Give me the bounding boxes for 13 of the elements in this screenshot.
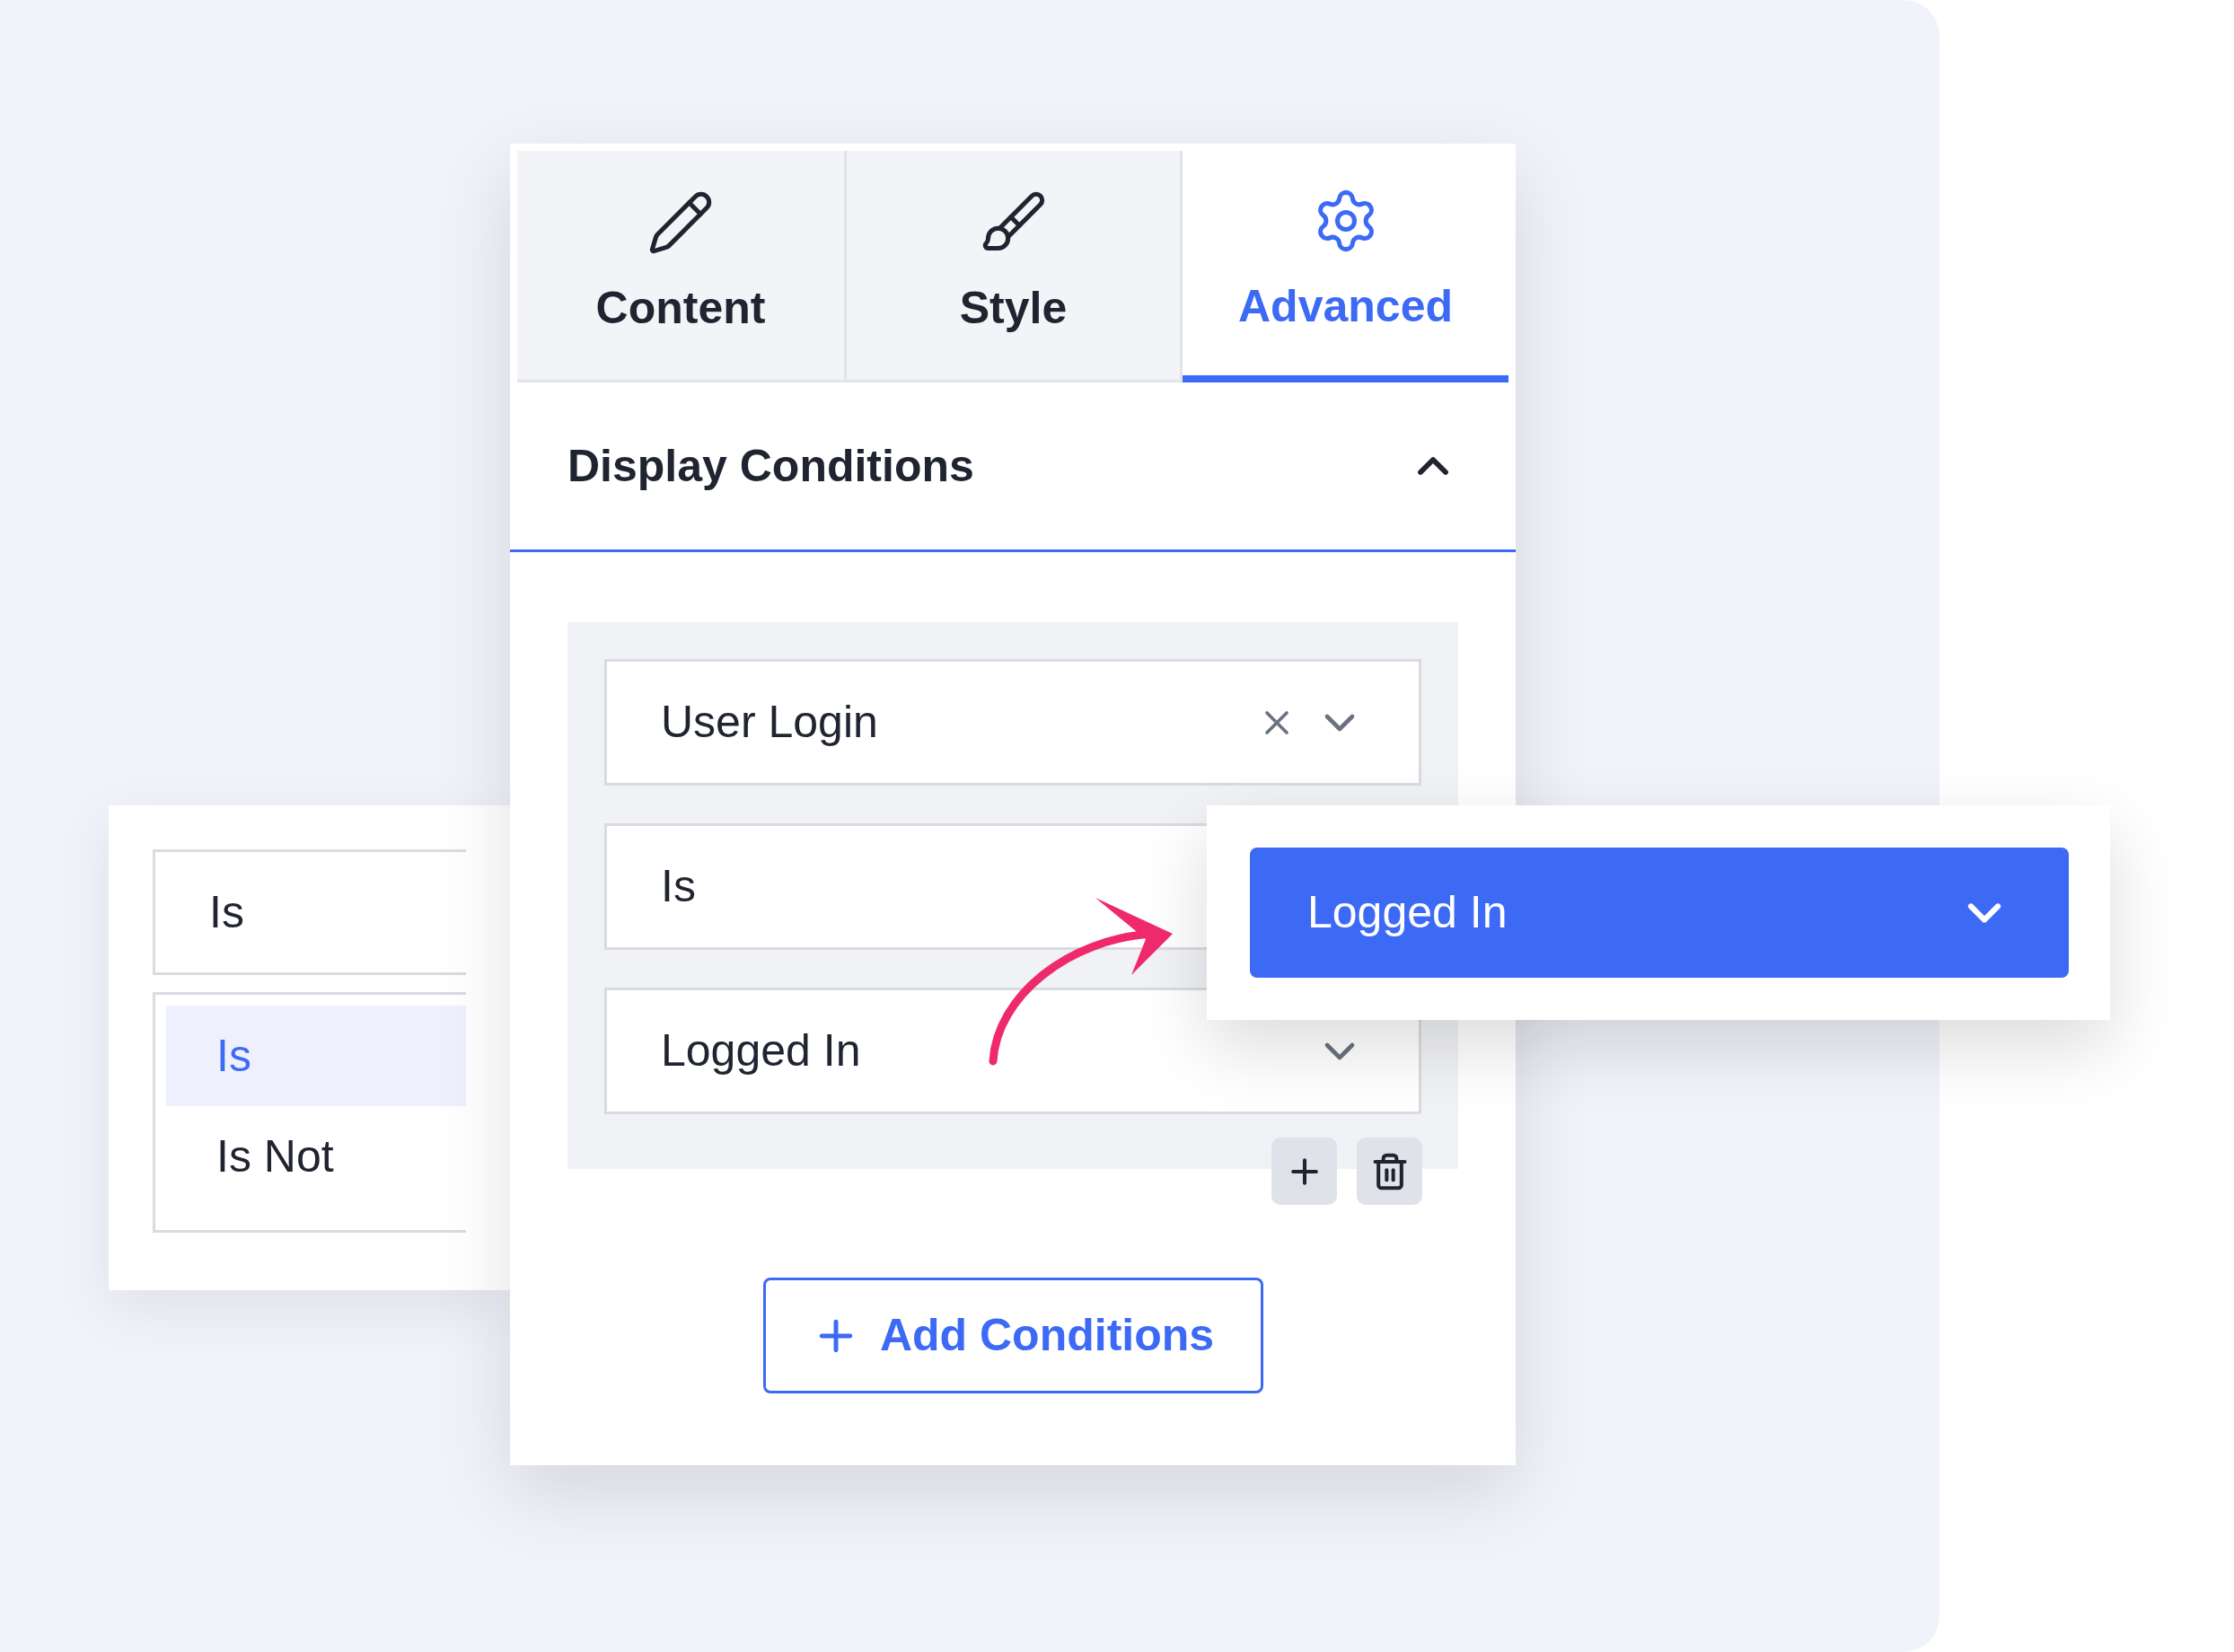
section-title: Display Conditions xyxy=(567,439,974,493)
operator-option[interactable]: Is Not xyxy=(166,1106,466,1207)
value-select[interactable]: Logged In xyxy=(604,988,1421,1114)
delete-button[interactable] xyxy=(1357,1138,1422,1205)
operator-option[interactable]: Is xyxy=(166,1006,466,1106)
add-conditions-button[interactable]: Add Conditions xyxy=(762,1278,1263,1393)
section-header[interactable]: Display Conditions xyxy=(510,382,1516,552)
operator-select[interactable]: Is xyxy=(153,849,466,975)
type-select[interactable]: User Login xyxy=(604,659,1421,786)
panel-tab[interactable]: Style xyxy=(847,151,1183,382)
add-row-button[interactable] xyxy=(1271,1138,1337,1205)
panel-tab[interactable]: Content xyxy=(517,151,847,382)
value-popup-select[interactable]: Logged In xyxy=(1250,848,2069,978)
